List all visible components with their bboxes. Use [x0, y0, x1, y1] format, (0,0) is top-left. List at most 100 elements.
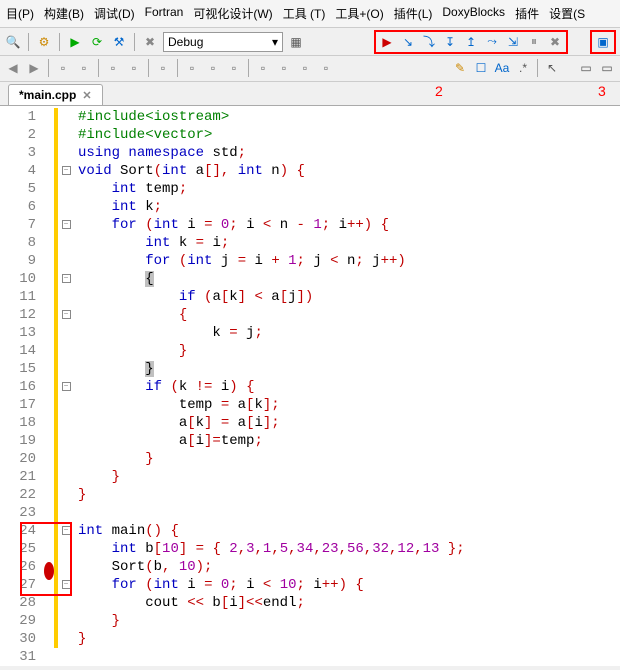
debug-windows-group: ▣: [590, 30, 616, 54]
code-line[interactable]: void Sort(int a[], int n) {: [78, 162, 465, 180]
build-icon[interactable]: ⚒: [110, 33, 128, 51]
tool-i-icon[interactable]: ▫: [254, 59, 272, 77]
build-config-dropdown[interactable]: Debug ▾: [163, 32, 283, 52]
code-line[interactable]: for (int i = 0; i < n - 1; i++) {: [78, 216, 465, 234]
search-icon[interactable]: 🔍: [4, 33, 22, 51]
code-line[interactable]: #include<iostream>: [78, 108, 465, 126]
gear-icon[interactable]: ⚙: [35, 33, 53, 51]
menu-item[interactable]: 工具 (T): [279, 3, 330, 24]
code-line[interactable]: cout << b[i]<<endl;: [78, 594, 465, 612]
tool-c-icon[interactable]: ▫: [104, 59, 122, 77]
code-line[interactable]: int k = i;: [78, 234, 465, 252]
break-icon[interactable]: ⏸: [525, 33, 543, 51]
code-line[interactable]: for (int j = i + 1; j < n; j++): [78, 252, 465, 270]
stop-debug-icon[interactable]: ✖: [546, 33, 564, 51]
tool-l-icon[interactable]: ▫: [317, 59, 335, 77]
code-line[interactable]: int temp;: [78, 180, 465, 198]
stop-icon[interactable]: ✖: [141, 33, 159, 51]
build-run-icon[interactable]: ⟳: [88, 33, 106, 51]
code-line[interactable]: [78, 648, 465, 666]
menu-item[interactable]: DoxyBlocks: [438, 3, 509, 24]
fold-toggle-icon[interactable]: −: [62, 580, 71, 589]
code-line[interactable]: if (a[k] < a[j]): [78, 288, 465, 306]
debug-continue-icon[interactable]: ▶: [378, 33, 396, 51]
code-line[interactable]: }: [78, 468, 465, 486]
tab-close-icon[interactable]: ✕: [82, 89, 91, 102]
menu-item[interactable]: 构建(B): [40, 3, 88, 24]
code-line[interactable]: a[i]=temp;: [78, 432, 465, 450]
code-line[interactable]: }: [78, 630, 465, 648]
fold-toggle-icon[interactable]: −: [62, 310, 71, 319]
marker-gutter[interactable]: [44, 106, 54, 666]
code-line[interactable]: }: [78, 360, 465, 378]
fold-toggle-icon[interactable]: −: [62, 382, 71, 391]
panel-b-icon[interactable]: ▭: [598, 59, 616, 77]
code-line[interactable]: {: [78, 306, 465, 324]
code-line[interactable]: using namespace std;: [78, 144, 465, 162]
code-editor[interactable]: 1234567891011121314151617181920212223242…: [0, 106, 620, 666]
menu-item[interactable]: 可视化设计(W): [189, 3, 276, 24]
menu-item[interactable]: 工具+(O): [331, 3, 387, 24]
menu-item[interactable]: 插件: [511, 3, 543, 24]
menu-item[interactable]: 插件(L): [390, 3, 437, 24]
panel-a-icon[interactable]: ▭: [577, 59, 595, 77]
pointer-icon[interactable]: ↖: [543, 59, 561, 77]
tool-j-icon[interactable]: ▫: [275, 59, 293, 77]
step-out-icon[interactable]: ↥: [462, 33, 480, 51]
step-into-icon[interactable]: ↧: [441, 33, 459, 51]
tool-f-icon[interactable]: ▫: [183, 59, 201, 77]
fold-toggle-icon[interactable]: −: [62, 526, 71, 535]
menu-item[interactable]: 目(P): [2, 3, 38, 24]
menu-item[interactable]: Fortran: [141, 3, 188, 24]
run-icon[interactable]: ▶: [66, 33, 84, 51]
next-line-icon[interactable]: ⤵: [420, 33, 438, 51]
code-line[interactable]: temp = a[k];: [78, 396, 465, 414]
code-line[interactable]: int k;: [78, 198, 465, 216]
tool-d-icon[interactable]: ▫: [125, 59, 143, 77]
fold-toggle-icon[interactable]: −: [62, 166, 71, 175]
step-into-instr-icon[interactable]: ⇲: [504, 33, 522, 51]
menu-item[interactable]: 设置(S: [545, 3, 589, 24]
tool-k-icon[interactable]: ▫: [296, 59, 314, 77]
run-to-cursor-icon[interactable]: ↘: [399, 33, 417, 51]
code-line[interactable]: k = j;: [78, 324, 465, 342]
code-line[interactable]: a[k] = a[i];: [78, 414, 465, 432]
tool-e-icon[interactable]: ▫: [154, 59, 172, 77]
code-area[interactable]: #include<iostream>#include<vector>using …: [74, 106, 465, 666]
code-line[interactable]: Sort(b, 10);: [78, 558, 465, 576]
breakpoint-marker[interactable]: [44, 562, 54, 580]
select-icon[interactable]: ☐: [472, 59, 490, 77]
tool-a-icon[interactable]: ▫: [54, 59, 72, 77]
annotation-2: 2: [435, 83, 443, 99]
target-icon[interactable]: ▦: [287, 33, 305, 51]
forward-icon[interactable]: ▶: [25, 59, 43, 77]
menu-item[interactable]: 调试(D): [90, 3, 139, 24]
code-line[interactable]: if (k != i) {: [78, 378, 465, 396]
tool-h-icon[interactable]: ▫: [225, 59, 243, 77]
fold-gutter[interactable]: − − − − − − −: [58, 106, 74, 666]
tool-g-icon[interactable]: ▫: [204, 59, 222, 77]
next-instr-icon[interactable]: ⤳: [483, 33, 501, 51]
code-line[interactable]: }: [78, 612, 465, 630]
line-number-gutter: 1234567891011121314151617181920212223242…: [0, 106, 44, 666]
code-line[interactable]: int main() {: [78, 522, 465, 540]
code-line[interactable]: #include<vector>: [78, 126, 465, 144]
code-line[interactable]: }: [78, 450, 465, 468]
menu-bar: 目(P)构建(B)调试(D)Fortran可视化设计(W)工具 (T)工具+(O…: [0, 0, 620, 28]
tab-main-cpp[interactable]: *main.cpp ✕: [8, 84, 103, 105]
code-line[interactable]: int b[10] = { 2,3,1,5,34,23,56,32,12,13 …: [78, 540, 465, 558]
tool-b-icon[interactable]: ▫: [75, 59, 93, 77]
regex-icon[interactable]: .*: [514, 59, 532, 77]
code-line[interactable]: {: [78, 270, 465, 288]
code-line[interactable]: }: [78, 342, 465, 360]
code-line[interactable]: }: [78, 486, 465, 504]
toolbar-row-2: ◀ ▶ ▫ ▫ ▫ ▫ ▫ ▫ ▫ ▫ ▫ ▫ ▫ ▫ ✎ ☐ Aa .* ↖ …: [0, 56, 620, 82]
highlight-icon[interactable]: ✎: [451, 59, 469, 77]
case-icon[interactable]: Aa: [493, 59, 511, 77]
fold-toggle-icon[interactable]: −: [62, 274, 71, 283]
code-line[interactable]: [78, 504, 465, 522]
fold-toggle-icon[interactable]: −: [62, 220, 71, 229]
code-line[interactable]: for (int i = 0; i < 10; i++) {: [78, 576, 465, 594]
back-icon[interactable]: ◀: [4, 59, 22, 77]
debug-windows-icon[interactable]: ▣: [594, 33, 612, 51]
